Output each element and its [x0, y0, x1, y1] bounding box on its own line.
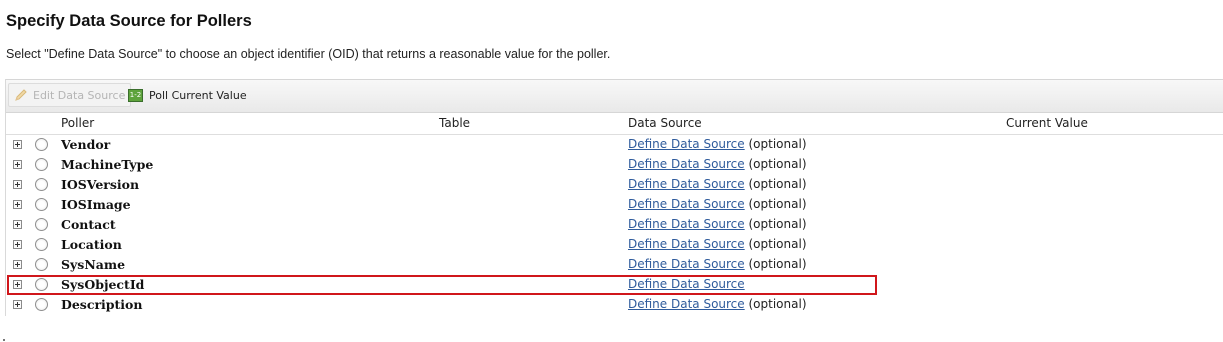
- define-data-source-link[interactable]: Define Data Source: [628, 217, 745, 231]
- row-radio[interactable]: [35, 258, 48, 271]
- table-row: SysName Define Data Source (optional): [6, 255, 1223, 275]
- row-radio[interactable]: [35, 218, 48, 231]
- data-source-cell: Define Data Source (optional): [628, 297, 807, 311]
- expand-icon[interactable]: [13, 200, 22, 209]
- grid-header: Poller Table Data Source Current Value: [6, 113, 1223, 135]
- data-source-cell: Define Data Source (optional): [628, 237, 807, 251]
- expand-icon[interactable]: [13, 220, 22, 229]
- edit-data-source-button[interactable]: Edit Data Source: [8, 83, 132, 107]
- pollers-grid: Edit Data Source 1-2 Poll Current Value …: [5, 79, 1223, 316]
- table-row: IOSVersion Define Data Source (optional): [6, 175, 1223, 195]
- expand-icon[interactable]: [13, 280, 22, 289]
- row-radio[interactable]: [35, 138, 48, 151]
- poller-name: IOSImage: [61, 197, 131, 212]
- poller-name: SysObjectId: [61, 277, 145, 292]
- row-radio[interactable]: [35, 298, 48, 311]
- column-header-data-source[interactable]: Data Source: [628, 116, 702, 130]
- column-header-table[interactable]: Table: [439, 116, 470, 130]
- define-data-source-link[interactable]: Define Data Source: [628, 177, 745, 191]
- data-source-cell: Define Data Source (optional): [628, 157, 807, 171]
- define-data-source-link[interactable]: Define Data Source: [628, 257, 745, 271]
- optional-note: (optional): [748, 197, 807, 211]
- expand-icon[interactable]: [13, 260, 22, 269]
- poller-name: Description: [61, 297, 143, 312]
- page-title: Specify Data Source for Pollers: [6, 12, 252, 30]
- row-radio[interactable]: [35, 238, 48, 251]
- poller-name: Contact: [61, 217, 116, 232]
- expand-icon[interactable]: [13, 300, 22, 309]
- pencil-icon: [15, 89, 27, 101]
- poll-current-value-label: Poll Current Value: [149, 88, 247, 102]
- table-row: Location Define Data Source (optional): [6, 235, 1223, 255]
- page-description: Select "Define Data Source" to choose an…: [6, 47, 611, 61]
- poll-current-value-button[interactable]: 1-2 Poll Current Value: [123, 83, 252, 107]
- define-data-source-link[interactable]: Define Data Source: [628, 277, 745, 291]
- optional-note: (optional): [748, 217, 807, 231]
- optional-note: (optional): [748, 237, 807, 251]
- poller-name: Vendor: [61, 137, 111, 152]
- data-source-cell: Define Data Source (optional): [628, 197, 807, 211]
- table-row: IOSImage Define Data Source (optional): [6, 195, 1223, 215]
- data-source-cell: Define Data Source: [628, 277, 745, 291]
- data-source-cell: Define Data Source (optional): [628, 137, 807, 151]
- define-data-source-link[interactable]: Define Data Source: [628, 297, 745, 311]
- edit-data-source-label: Edit Data Source: [33, 88, 126, 102]
- poller-name: Location: [61, 237, 122, 252]
- define-data-source-link[interactable]: Define Data Source: [628, 237, 745, 251]
- optional-note: (optional): [748, 177, 807, 191]
- optional-note: (optional): [748, 137, 807, 151]
- grid-toolbar: Edit Data Source 1-2 Poll Current Value: [6, 79, 1223, 113]
- expand-icon[interactable]: [13, 240, 22, 249]
- data-source-cell: Define Data Source (optional): [628, 257, 807, 271]
- stray-dot: [3, 339, 5, 341]
- data-source-cell: Define Data Source (optional): [628, 177, 807, 191]
- define-data-source-link[interactable]: Define Data Source: [628, 137, 745, 151]
- row-radio[interactable]: [35, 158, 48, 171]
- column-header-poller[interactable]: Poller: [61, 116, 94, 130]
- column-header-current-value[interactable]: Current Value: [1006, 116, 1088, 130]
- row-radio[interactable]: [35, 198, 48, 211]
- table-row: MachineType Define Data Source (optional…: [6, 155, 1223, 175]
- row-radio[interactable]: [35, 278, 48, 291]
- data-source-cell: Define Data Source (optional): [628, 217, 807, 231]
- table-row: Contact Define Data Source (optional): [6, 215, 1223, 235]
- expand-icon[interactable]: [13, 140, 22, 149]
- table-row: Vendor Define Data Source (optional): [6, 135, 1223, 155]
- row-radio[interactable]: [35, 178, 48, 191]
- poll-value-icon: 1-2: [128, 88, 143, 102]
- poller-name: SysName: [61, 257, 126, 272]
- optional-note: (optional): [748, 297, 807, 311]
- expand-icon[interactable]: [13, 160, 22, 169]
- optional-note: (optional): [748, 257, 807, 271]
- table-row: Description Define Data Source (optional…: [6, 295, 1223, 315]
- table-row: SysObjectId Define Data Source: [6, 275, 1223, 295]
- poller-name: IOSVersion: [61, 177, 140, 192]
- define-data-source-link[interactable]: Define Data Source: [628, 197, 745, 211]
- expand-icon[interactable]: [13, 180, 22, 189]
- poller-name: MachineType: [61, 157, 154, 172]
- define-data-source-link[interactable]: Define Data Source: [628, 157, 745, 171]
- optional-note: (optional): [748, 157, 807, 171]
